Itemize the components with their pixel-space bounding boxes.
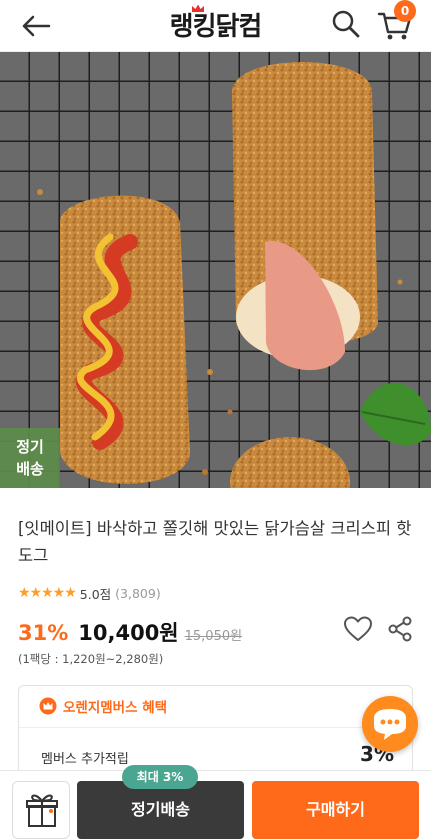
review-count: (3,809)	[115, 585, 161, 601]
share-button[interactable]	[387, 616, 413, 642]
search-button[interactable]	[330, 8, 362, 40]
member-reward-label: 멤버스 추가적립	[41, 752, 129, 767]
chat-bubble-icon	[374, 709, 406, 740]
heart-icon	[344, 616, 372, 641]
wishlist-button[interactable]	[344, 616, 372, 642]
cart-count-badge: 0	[394, 0, 416, 22]
gift-button[interactable]	[12, 781, 70, 839]
subscription-badge: 정기 배송	[0, 428, 60, 488]
gift-icon	[26, 794, 58, 827]
bottom-action-bar: 정기배송 구매하기	[0, 770, 431, 839]
rating-score: 5.0점	[79, 586, 112, 602]
price-row: 31% 10,400원 15,050원	[18, 617, 242, 647]
product-title: [잇메이트] 바삭하고 쫄깃해 맛있는 닭가슴살 크리스피 핫도그	[18, 519, 412, 565]
back-arrow-icon	[22, 15, 51, 37]
product-photo-illustration	[0, 52, 431, 488]
unit-price: (1팩당 : 1,220원~2,280원)	[18, 652, 164, 666]
member-benefit-header[interactable]: 오렌지멤버스 혜택	[39, 696, 167, 716]
subscription-button[interactable]: 정기배송	[77, 781, 244, 839]
share-icon	[388, 616, 412, 642]
max-reward-chip: 최대 3%	[122, 765, 198, 789]
crown-badge-icon	[39, 697, 57, 715]
subscription-badge-line1: 정기	[16, 438, 44, 456]
back-button[interactable]	[20, 12, 52, 40]
site-logo[interactable]: 랭킹닭컴	[0, 6, 431, 43]
top-header: 랭킹닭컴 0	[0, 0, 431, 52]
search-icon	[332, 10, 360, 38]
member-benefit-title: 오렌지멤버스 혜택	[63, 700, 168, 716]
buy-button[interactable]: 구매하기	[252, 781, 419, 839]
rating-row[interactable]: ★★★★★ 5.0점 (3,809)	[18, 584, 161, 602]
logo-crown-icon	[192, 4, 204, 12]
original-price: 15,050원	[184, 629, 243, 644]
divider	[19, 727, 412, 728]
subscription-badge-line2: 배송	[16, 460, 44, 478]
chat-button[interactable]	[362, 696, 418, 752]
sale-price: 10,400원	[78, 621, 179, 645]
discount-rate: 31%	[18, 621, 69, 645]
product-image[interactable]	[0, 52, 431, 488]
rating-stars-icon: ★★★★★	[18, 585, 77, 601]
